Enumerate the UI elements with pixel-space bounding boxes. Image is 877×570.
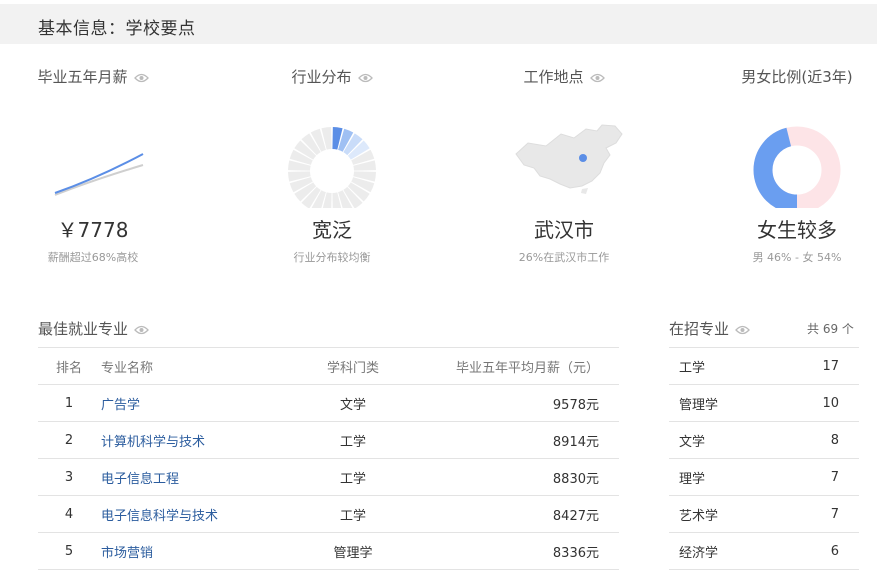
stat-salary: 毕业五年月薪 ￥7778 薪酬超过68%高校 <box>0 66 193 265</box>
discipline-count: 10 <box>777 384 859 422</box>
rank-cell: 5 <box>38 532 100 570</box>
major-link[interactable]: 广告学 <box>100 384 292 422</box>
category-cell: 工学 <box>292 495 414 533</box>
table-row: 4 电子信息科学与技术 工学 8427元 <box>38 495 619 533</box>
list-item[interactable]: 理学 7 <box>669 458 859 496</box>
rank-cell: 2 <box>38 421 100 459</box>
list-item[interactable]: 艺术学 7 <box>669 495 859 533</box>
rank-cell: 4 <box>38 495 100 533</box>
rank-cell: 1 <box>38 384 100 422</box>
stat-gender-sub: 男 46% - 女 54% <box>752 251 842 264</box>
stat-location: 工作地点 武汉市 26%在武汉市工作 <box>464 66 664 265</box>
stat-gender-value: 女生较多 <box>757 218 837 242</box>
recruiting-table: 工学 17 管理学 10 文学 8 理学 7 艺术学 7 经济学 6 <box>669 347 859 570</box>
discipline-count: 7 <box>777 495 859 533</box>
category-cell: 工学 <box>292 421 414 459</box>
discipline-name: 工学 <box>669 347 778 385</box>
eye-icon[interactable] <box>357 73 373 83</box>
table-row: 5 市场营销 管理学 8336元 <box>38 532 619 570</box>
discipline-name: 理学 <box>669 458 778 496</box>
discipline-count: 8 <box>777 421 859 459</box>
list-item[interactable]: 管理学 10 <box>669 384 859 422</box>
list-item[interactable]: 工学 17 <box>669 347 859 385</box>
salary-cell: 8427元 <box>414 495 619 533</box>
salary-trend-icon <box>54 153 144 196</box>
section-title: 基本信息：学校要点 <box>38 19 196 39</box>
salary-cell: 8914元 <box>414 421 619 459</box>
stat-salary-value: ￥7778 <box>57 218 129 242</box>
discipline-name: 艺术学 <box>669 495 778 533</box>
list-item[interactable]: 经济学 6 <box>669 532 859 570</box>
industry-distribution-icon <box>288 127 376 215</box>
stat-salary-sub: 薪酬超过68%高校 <box>47 251 139 264</box>
rank-cell: 3 <box>38 458 100 496</box>
stat-location-sub: 26%在武汉市工作 <box>518 251 610 264</box>
discipline-count: 17 <box>777 347 859 385</box>
section-header: 基本信息：学校要点 <box>0 4 877 44</box>
stat-industry: 行业分布 宽泛 行业分布较均衡 <box>232 66 432 265</box>
stat-gender: 男女比例(近3年) 女生较多 男 46% - 女 54% <box>697 66 877 265</box>
list-item[interactable]: 文学 8 <box>669 421 859 459</box>
stat-gender-title: 男女比例(近3年) <box>741 68 853 86</box>
gender-ratio-donut <box>753 126 841 214</box>
table-row: 1 广告学 文学 9578元 <box>38 384 619 422</box>
category-cell: 文学 <box>292 384 414 422</box>
col-category: 学科门类 <box>292 347 414 385</box>
col-name: 专业名称 <box>100 347 292 385</box>
discipline-name: 经济学 <box>669 532 778 570</box>
china-map-icon <box>515 124 623 194</box>
discipline-count: 7 <box>777 458 859 496</box>
salary-cell: 8830元 <box>414 458 619 496</box>
salary-cell: 8336元 <box>414 532 619 570</box>
major-link[interactable]: 市场营销 <box>100 532 292 570</box>
stat-location-title: 工作地点 <box>523 68 584 86</box>
best-majors-title: 最佳就业专业 <box>38 318 149 339</box>
stat-salary-title: 毕业五年月薪 <box>37 68 128 86</box>
col-salary: 毕业五年平均月薪（元） <box>414 347 619 385</box>
stat-industry-sub: 行业分布较均衡 <box>293 251 371 264</box>
category-cell: 管理学 <box>292 532 414 570</box>
eye-icon[interactable] <box>133 73 149 83</box>
major-link[interactable]: 电子信息科学与技术 <box>100 495 292 533</box>
table-row: 3 电子信息工程 工学 8830元 <box>38 458 619 496</box>
eye-icon[interactable] <box>589 73 605 83</box>
discipline-count: 6 <box>777 532 859 570</box>
col-rank: 排名 <box>38 347 100 385</box>
recruiting-title: 在招专业 <box>669 318 750 339</box>
major-link[interactable]: 电子信息工程 <box>100 458 292 496</box>
best-majors-table: 排名 专业名称 学科门类 毕业五年平均月薪（元） 1 广告学 文学 9578元 … <box>38 347 619 570</box>
discipline-name: 文学 <box>669 421 778 459</box>
table-row: 2 计算机科学与技术 工学 8914元 <box>38 421 619 459</box>
stat-industry-value: 宽泛 <box>312 218 352 242</box>
salary-cell: 9578元 <box>414 384 619 422</box>
stat-location-value: 武汉市 <box>534 218 594 242</box>
table-header-row: 排名 专业名称 学科门类 毕业五年平均月薪（元） <box>38 347 619 385</box>
stat-industry-title: 行业分布 <box>291 68 352 86</box>
major-link[interactable]: 计算机科学与技术 <box>100 421 292 459</box>
eye-icon[interactable] <box>735 325 750 335</box>
category-cell: 工学 <box>292 458 414 496</box>
discipline-name: 管理学 <box>669 384 778 422</box>
eye-icon[interactable] <box>134 325 149 335</box>
recruiting-count: 共 69 个 <box>807 322 854 336</box>
